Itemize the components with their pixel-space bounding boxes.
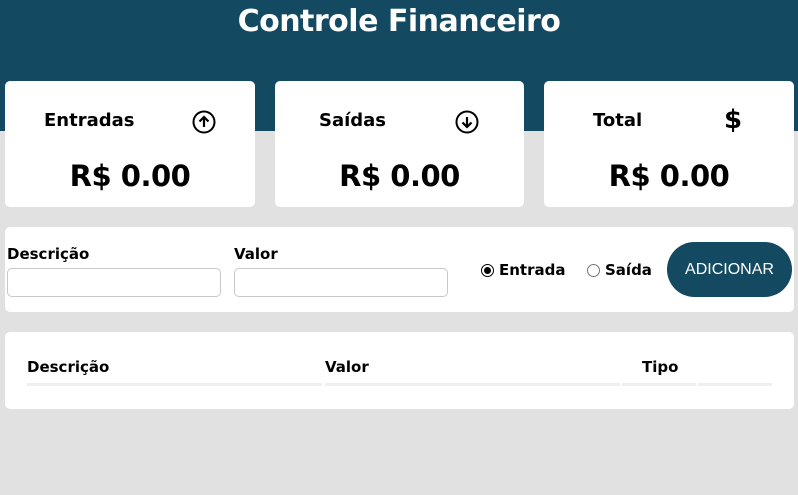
income-card: Entradas R$ 0.00 xyxy=(5,81,255,207)
radio-entrada[interactable] xyxy=(481,263,494,277)
arrow-down-circle-icon xyxy=(454,109,480,139)
column-divider-description xyxy=(27,383,322,386)
column-header-type: Tipo xyxy=(642,358,679,376)
transaction-form: Descrição Valor Entrada Saída ADICIONAR xyxy=(5,227,794,312)
value-input[interactable] xyxy=(234,268,448,297)
column-divider-value xyxy=(325,383,620,386)
expense-card-label: Saídas xyxy=(319,110,387,131)
description-label: Descrição xyxy=(7,245,90,263)
expense-card: Saídas R$ 0.00 xyxy=(275,81,524,207)
dollar-sign-icon: $ xyxy=(724,105,743,135)
arrow-up-circle-icon xyxy=(191,109,217,139)
column-header-value: Valor xyxy=(325,358,369,376)
column-divider-actions xyxy=(698,383,772,386)
column-divider-type xyxy=(622,383,696,386)
income-card-label: Entradas xyxy=(44,110,135,131)
page-title: Controle Financeiro xyxy=(237,4,561,39)
expense-card-value: R$ 0.00 xyxy=(339,159,460,193)
column-header-description: Descrição xyxy=(27,358,110,376)
radio-saida-option[interactable]: Saída xyxy=(587,261,652,279)
transactions-table: Descrição Valor Tipo xyxy=(5,332,794,409)
total-card: Total $ R$ 0.00 xyxy=(544,81,794,207)
total-card-label: Total xyxy=(593,110,643,131)
value-label: Valor xyxy=(234,245,278,263)
radio-entrada-label[interactable]: Entrada xyxy=(499,261,565,279)
radio-entrada-option[interactable]: Entrada xyxy=(481,261,565,279)
radio-saida-label[interactable]: Saída xyxy=(605,261,652,279)
total-card-value: R$ 0.00 xyxy=(608,159,730,193)
radio-saida[interactable] xyxy=(587,263,600,277)
description-input[interactable] xyxy=(7,268,221,297)
income-card-value: R$ 0.00 xyxy=(69,159,191,193)
add-button[interactable]: ADICIONAR xyxy=(667,242,792,297)
